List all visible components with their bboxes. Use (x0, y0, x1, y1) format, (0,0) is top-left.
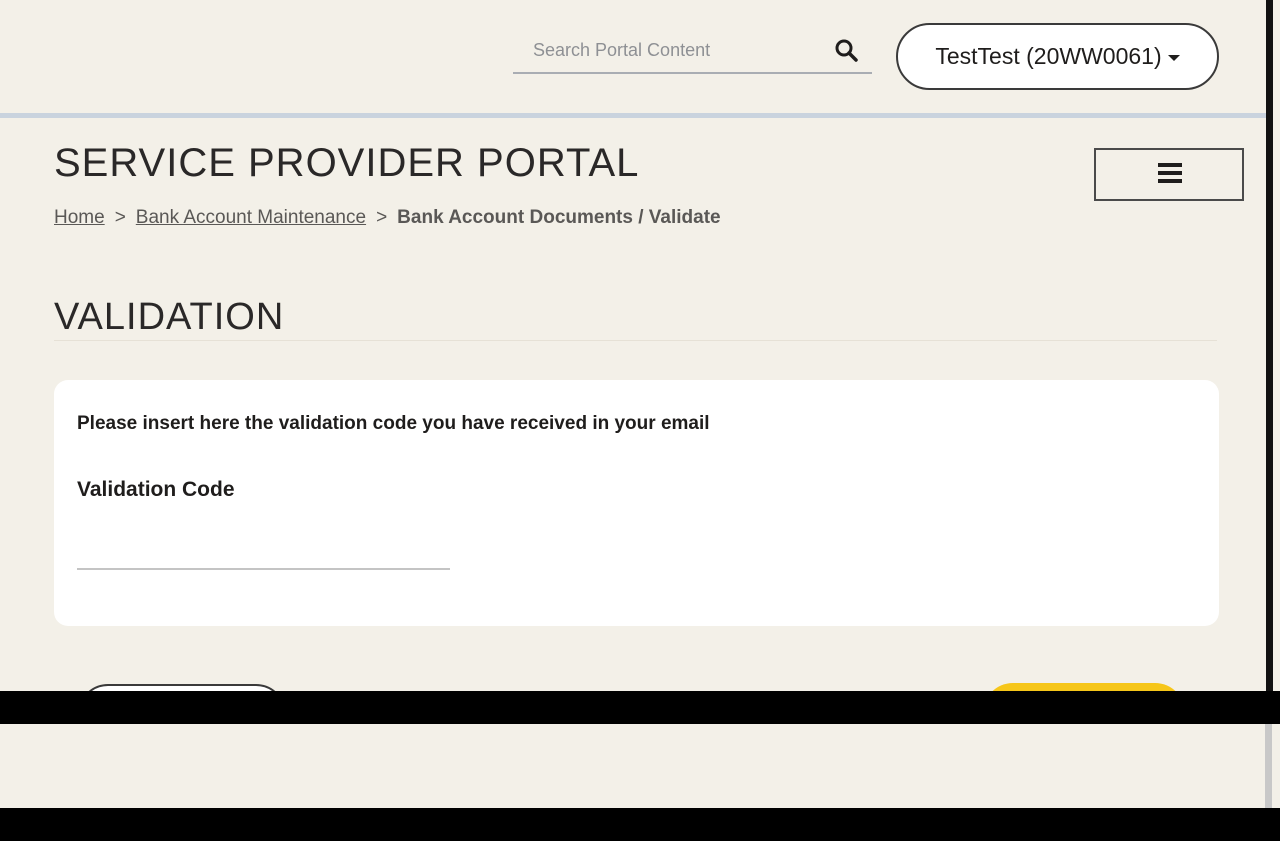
scrollbar-track (1266, 0, 1273, 691)
back-button[interactable] (78, 684, 286, 691)
search-bar (513, 26, 872, 74)
validation-code-input[interactable] (77, 530, 450, 570)
submit-button[interactable] (983, 683, 1185, 691)
breadcrumb-separator: > (376, 207, 388, 228)
screen-band (0, 691, 1280, 724)
header-divider (0, 113, 1273, 118)
page: TestTest (20WW0061) SERVICE PROVIDER POR… (0, 0, 1280, 841)
lower-panel (0, 724, 1280, 808)
search-icon[interactable] (834, 38, 858, 62)
screen-band (0, 808, 1280, 841)
search-input[interactable] (531, 36, 825, 64)
validation-card: Please insert here the validation code y… (54, 380, 1219, 626)
menu-button[interactable] (1094, 148, 1244, 201)
account-label: TestTest (20WW0061) (935, 43, 1162, 69)
portal-viewport: TestTest (20WW0061) SERVICE PROVIDER POR… (0, 0, 1273, 691)
section-divider (54, 340, 1217, 341)
section-title: VALIDATION (54, 296, 285, 338)
breadcrumb-current: Bank Account Documents / Validate (397, 207, 721, 228)
breadcrumb-home-link[interactable]: Home (54, 207, 105, 228)
caret-down-icon (1167, 55, 1180, 61)
portal-title: SERVICE PROVIDER PORTAL (54, 141, 640, 185)
validation-code-label: Validation Code (77, 478, 235, 501)
breadcrumb: Home > Bank Account Maintenance > Bank Accou… (54, 207, 721, 229)
account-dropdown-button[interactable]: TestTest (20WW0061) (896, 23, 1219, 90)
breadcrumb-bank-account-maintenance-link[interactable]: Bank Account Maintenance (136, 207, 366, 228)
breadcrumb-separator: > (114, 207, 126, 228)
instruction-text: Please insert here the validation code y… (77, 413, 710, 434)
scrollbar-thumb[interactable] (1265, 724, 1272, 808)
